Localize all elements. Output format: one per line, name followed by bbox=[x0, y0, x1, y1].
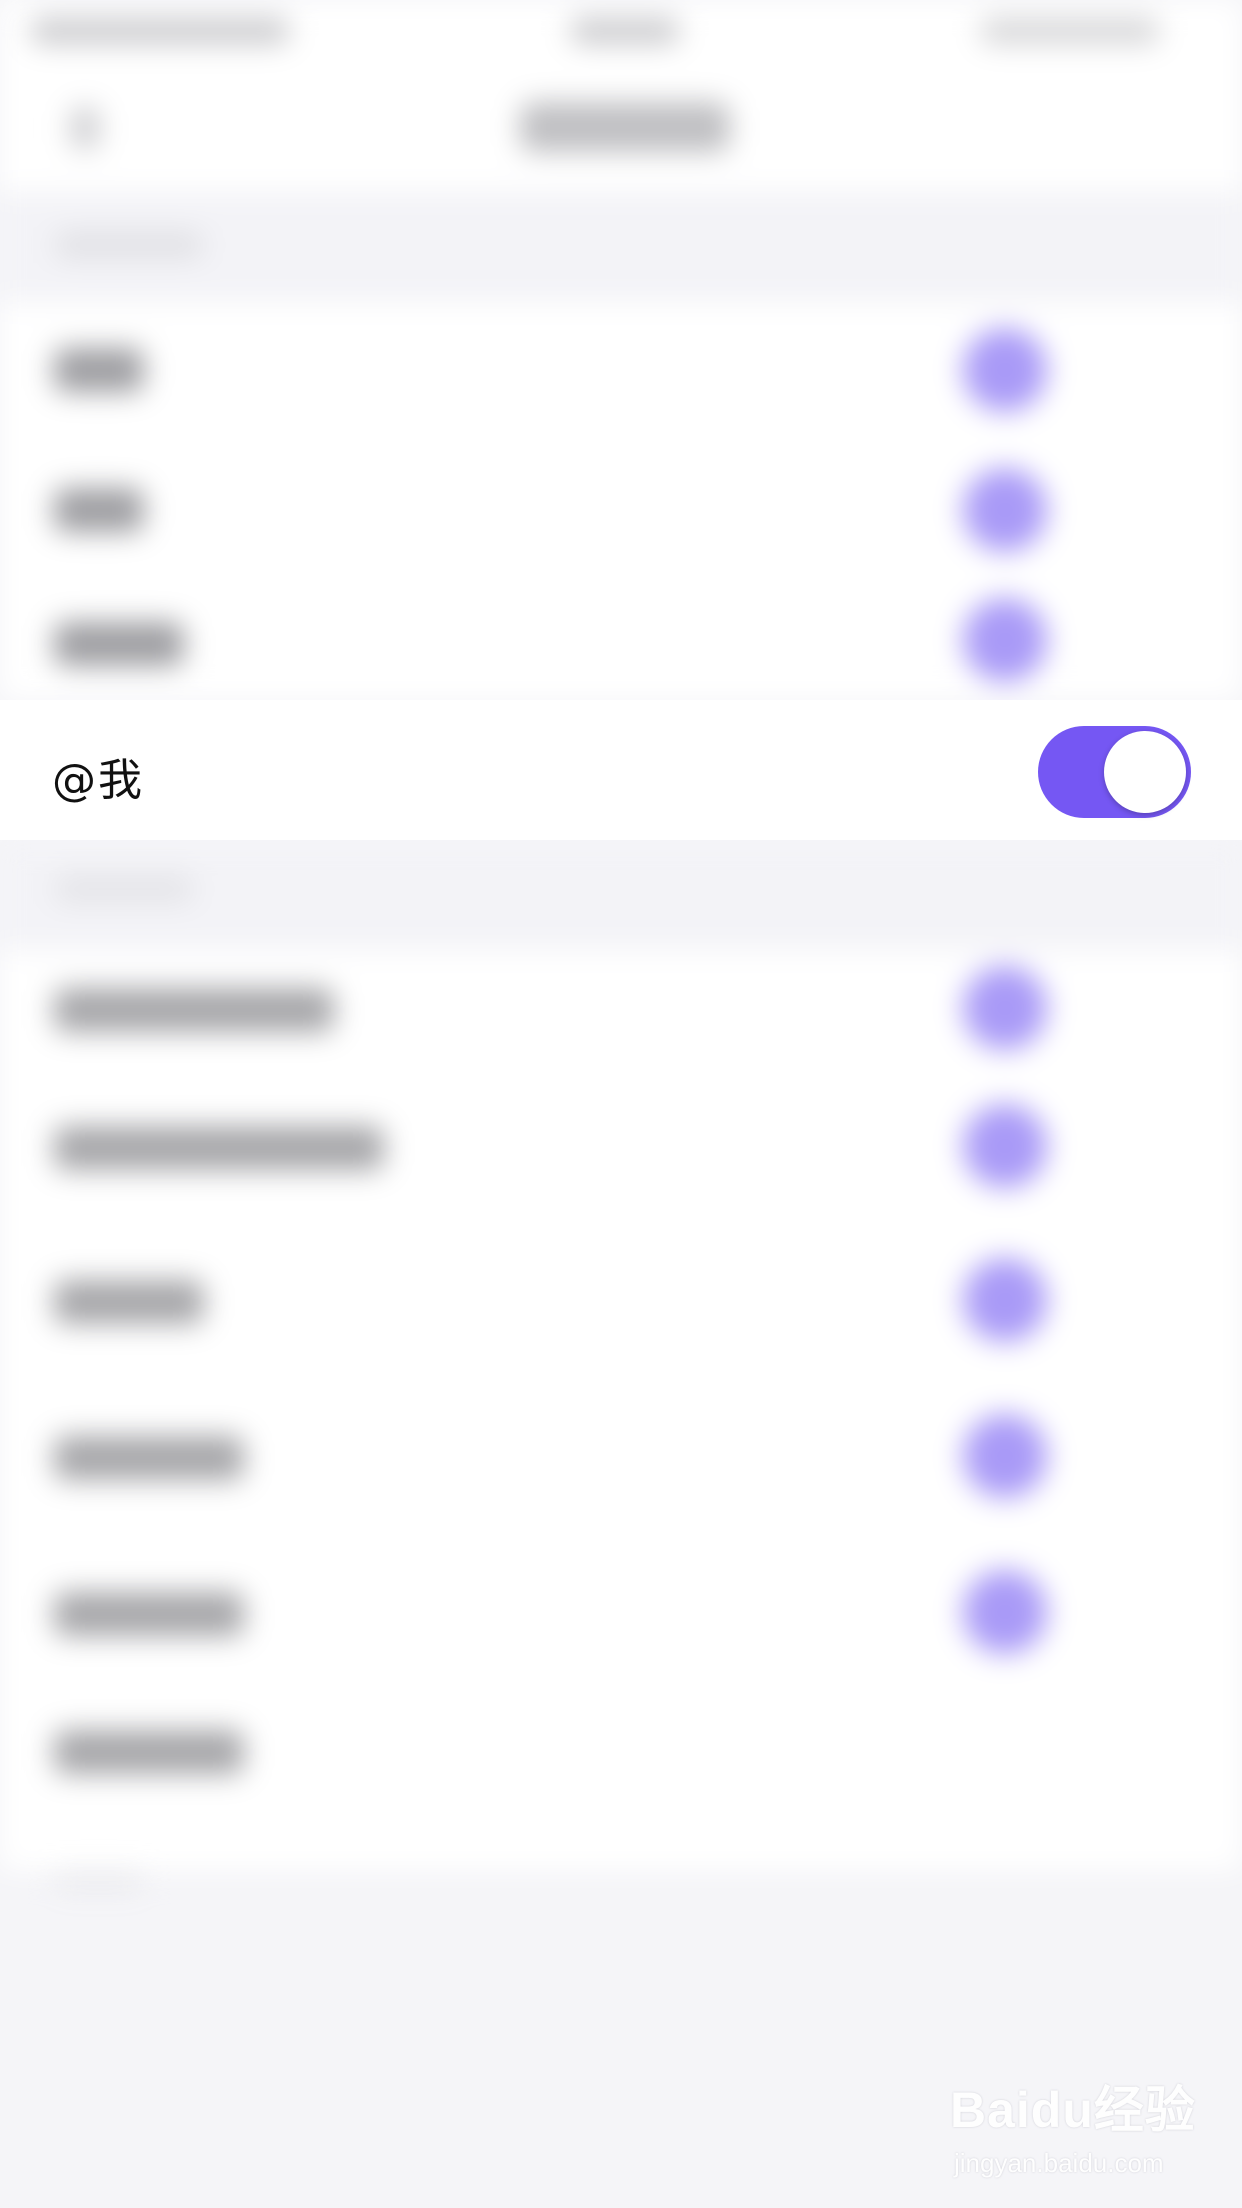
at-me-toggle-switch[interactable] bbox=[1038, 726, 1191, 818]
nav-bar bbox=[0, 62, 1242, 192]
settings-row-at-me[interactable]: @我 bbox=[0, 700, 1242, 840]
watermark-brand: Baidu经验 bbox=[950, 2082, 1196, 2138]
status-bar bbox=[0, 0, 1242, 62]
row-label: @我 bbox=[52, 755, 144, 806]
watermark-url: jingyan.baidu.com bbox=[954, 2148, 1164, 2178]
blurred-background bbox=[0, 0, 1242, 2208]
toggle-knob bbox=[1104, 731, 1186, 813]
baidu-jingyan-watermark: Baidu经验 jingyan.baidu.com bbox=[950, 2070, 1210, 2190]
